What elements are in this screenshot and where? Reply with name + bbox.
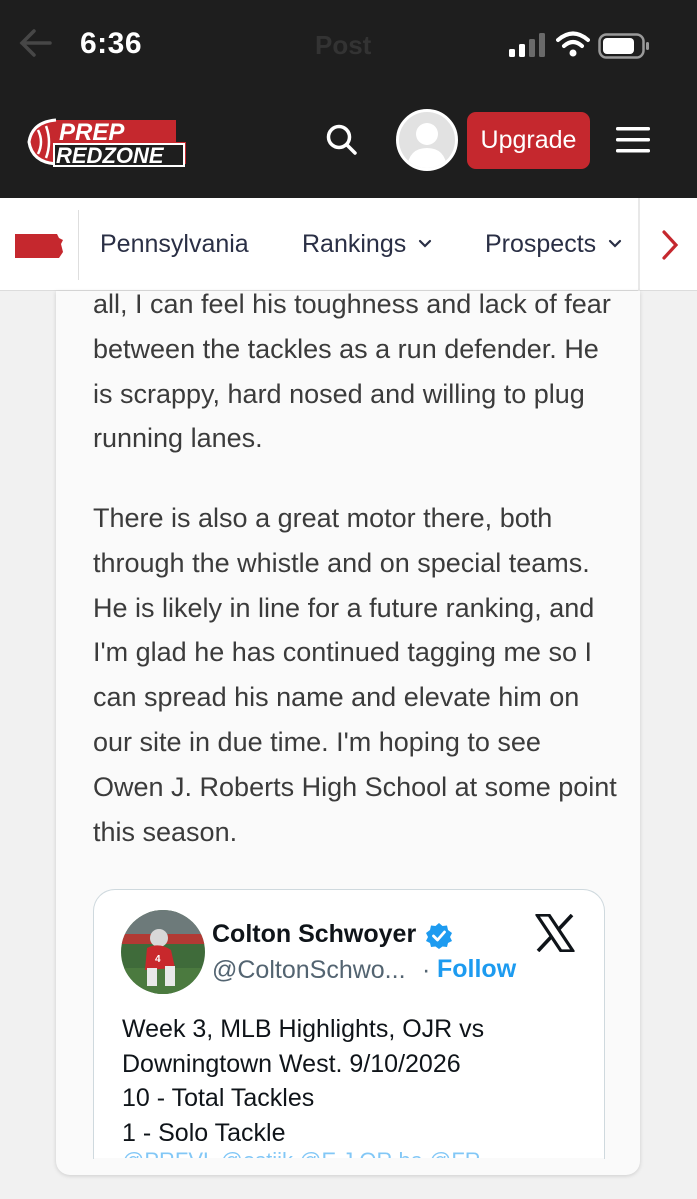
status-time: 6:36	[80, 27, 143, 60]
status-ghost-title: Post	[315, 30, 372, 60]
nav-scroll-edge	[638, 198, 640, 291]
chevron-right-icon[interactable]	[656, 228, 684, 262]
prep-redzone-logo[interactable]: PREP REDZONE	[26, 114, 188, 170]
pennsylvania-flag-icon[interactable]	[13, 232, 65, 260]
tweet-line: Downingtown West. 9/10/2026	[122, 1049, 461, 1078]
svg-text:4: 4	[155, 954, 161, 965]
tweet-author-avatar[interactable]: 4	[121, 910, 205, 994]
nav-divider	[78, 210, 79, 280]
tweet-line: Week 3, MLB Highlights, OJR vs	[122, 1015, 485, 1043]
avatar-icon	[399, 112, 455, 168]
nav-item-prospects[interactable]: Prospects	[485, 227, 622, 261]
follow-button[interactable]: Follow	[437, 955, 516, 984]
embedded-tweet[interactable]: 4 Colton Schwoyer @ColtonSchwo... · Foll…	[93, 889, 605, 1159]
logo-line2: REDZONE	[56, 143, 165, 168]
cell-signal-icon	[509, 33, 545, 57]
tweet-cutoff-edge	[94, 1158, 604, 1159]
tweet-line: 10 - Total Tackles	[122, 1084, 315, 1112]
tweet-body: Week 3, MLB Highlights, OJR vs Downingto…	[122, 1012, 582, 1150]
wifi-icon	[556, 31, 590, 57]
back-arrow-icon[interactable]	[18, 28, 52, 58]
search-icon[interactable]	[322, 120, 362, 160]
x-logo-icon[interactable]	[535, 914, 575, 952]
avatar[interactable]	[396, 109, 458, 171]
article-paragraph: There is also a great motor there, both …	[93, 503, 617, 847]
nav-item-label: Pennsylvania	[100, 229, 249, 258]
hamburger-menu-icon[interactable]	[614, 124, 652, 156]
tweet-separator: ·	[422, 956, 431, 984]
tweet-author-name[interactable]: Colton Schwoyer	[212, 920, 416, 949]
upgrade-button[interactable]: Upgrade	[467, 112, 590, 169]
chevron-down-icon	[419, 239, 432, 248]
tweet-line: 1 - Solo Tackle	[122, 1118, 286, 1147]
status-bar: 6:36 Post	[0, 0, 697, 92]
battery-icon	[598, 33, 649, 59]
chevron-down-icon	[609, 239, 622, 248]
nav-item-rankings[interactable]: Rankings	[302, 227, 432, 261]
article-paragraph: all, I can feel his toughness and lack o…	[93, 289, 611, 454]
nav-item-label: Prospects	[485, 229, 597, 258]
verified-badge-icon	[426, 923, 452, 949]
football-player-photo-icon: 4	[121, 910, 205, 994]
logo-line1: PREP	[59, 119, 125, 146]
tweet-author-handle[interactable]: @ColtonSchwo...	[212, 956, 406, 985]
nav-item-pennsylvania[interactable]: Pennsylvania	[100, 227, 249, 261]
nav-item-label: Rankings	[302, 229, 407, 258]
